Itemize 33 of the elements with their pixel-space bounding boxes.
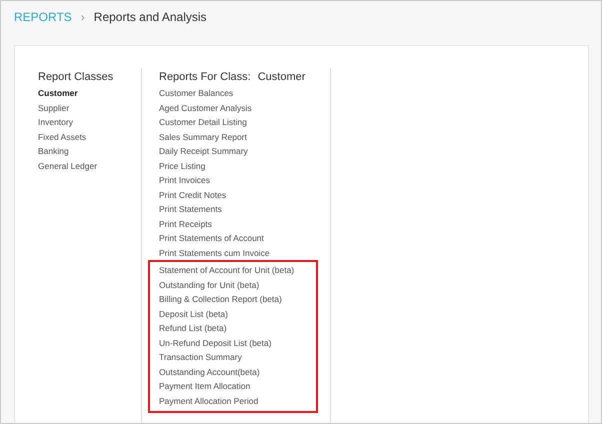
- breadcrumb-separator: ›: [80, 10, 85, 24]
- report-link[interactable]: Payment Allocation Period: [159, 394, 258, 408]
- report-link[interactable]: Print Statements: [159, 202, 222, 216]
- report-link[interactable]: Print Statements cum Invoice: [159, 246, 270, 260]
- report-class-link[interactable]: Fixed Assets: [38, 130, 86, 144]
- report-link[interactable]: Customer Detail Listing: [159, 115, 247, 130]
- report-class-link[interactable]: General Ledger: [38, 158, 98, 173]
- page-title: Reports and Analysis: [94, 10, 207, 24]
- column-heading: Reports For Class:: [159, 70, 251, 85]
- report-link[interactable]: Print Invoices: [159, 173, 210, 188]
- report-link[interactable]: Sales Summary Report: [159, 130, 247, 144]
- class-name: Customer: [258, 70, 306, 85]
- report-link[interactable]: Aged Customer Analysis: [159, 100, 252, 115]
- report-link[interactable]: Price Listing: [159, 158, 206, 173]
- report-link[interactable]: Transaction Summary: [159, 350, 242, 364]
- report-class-link[interactable]: Customer: [38, 86, 78, 100]
- report-link[interactable]: Customer Balances: [159, 86, 234, 100]
- report-link[interactable]: Print Receipts: [159, 216, 212, 231]
- report-link[interactable]: Refund List (beta): [159, 321, 227, 336]
- report-link[interactable]: Outstanding Account(beta): [159, 364, 260, 379]
- report-class-link[interactable]: Banking: [38, 144, 69, 158]
- report-link[interactable]: Daily Receipt Summary: [159, 144, 248, 158]
- report-link[interactable]: Payment Item Allocation: [159, 379, 250, 394]
- report-link[interactable]: Deposit List (beta): [159, 306, 228, 321]
- report-link[interactable]: Billing & Collection Report (beta): [159, 292, 282, 306]
- report-link[interactable]: Print Credit Notes: [159, 188, 226, 202]
- report-link[interactable]: Outstanding for Unit (beta): [159, 278, 260, 292]
- report-link[interactable]: Statement of Account for Unit (beta): [159, 263, 294, 278]
- column-heading: Report Classes: [38, 70, 114, 85]
- report-class-link[interactable]: Supplier: [38, 100, 70, 115]
- report-class-link[interactable]: Inventory: [38, 115, 73, 130]
- report-link[interactable]: Print Statements of Account: [159, 231, 264, 246]
- report-link[interactable]: Un-Refund Deposit List (beta): [159, 336, 272, 350]
